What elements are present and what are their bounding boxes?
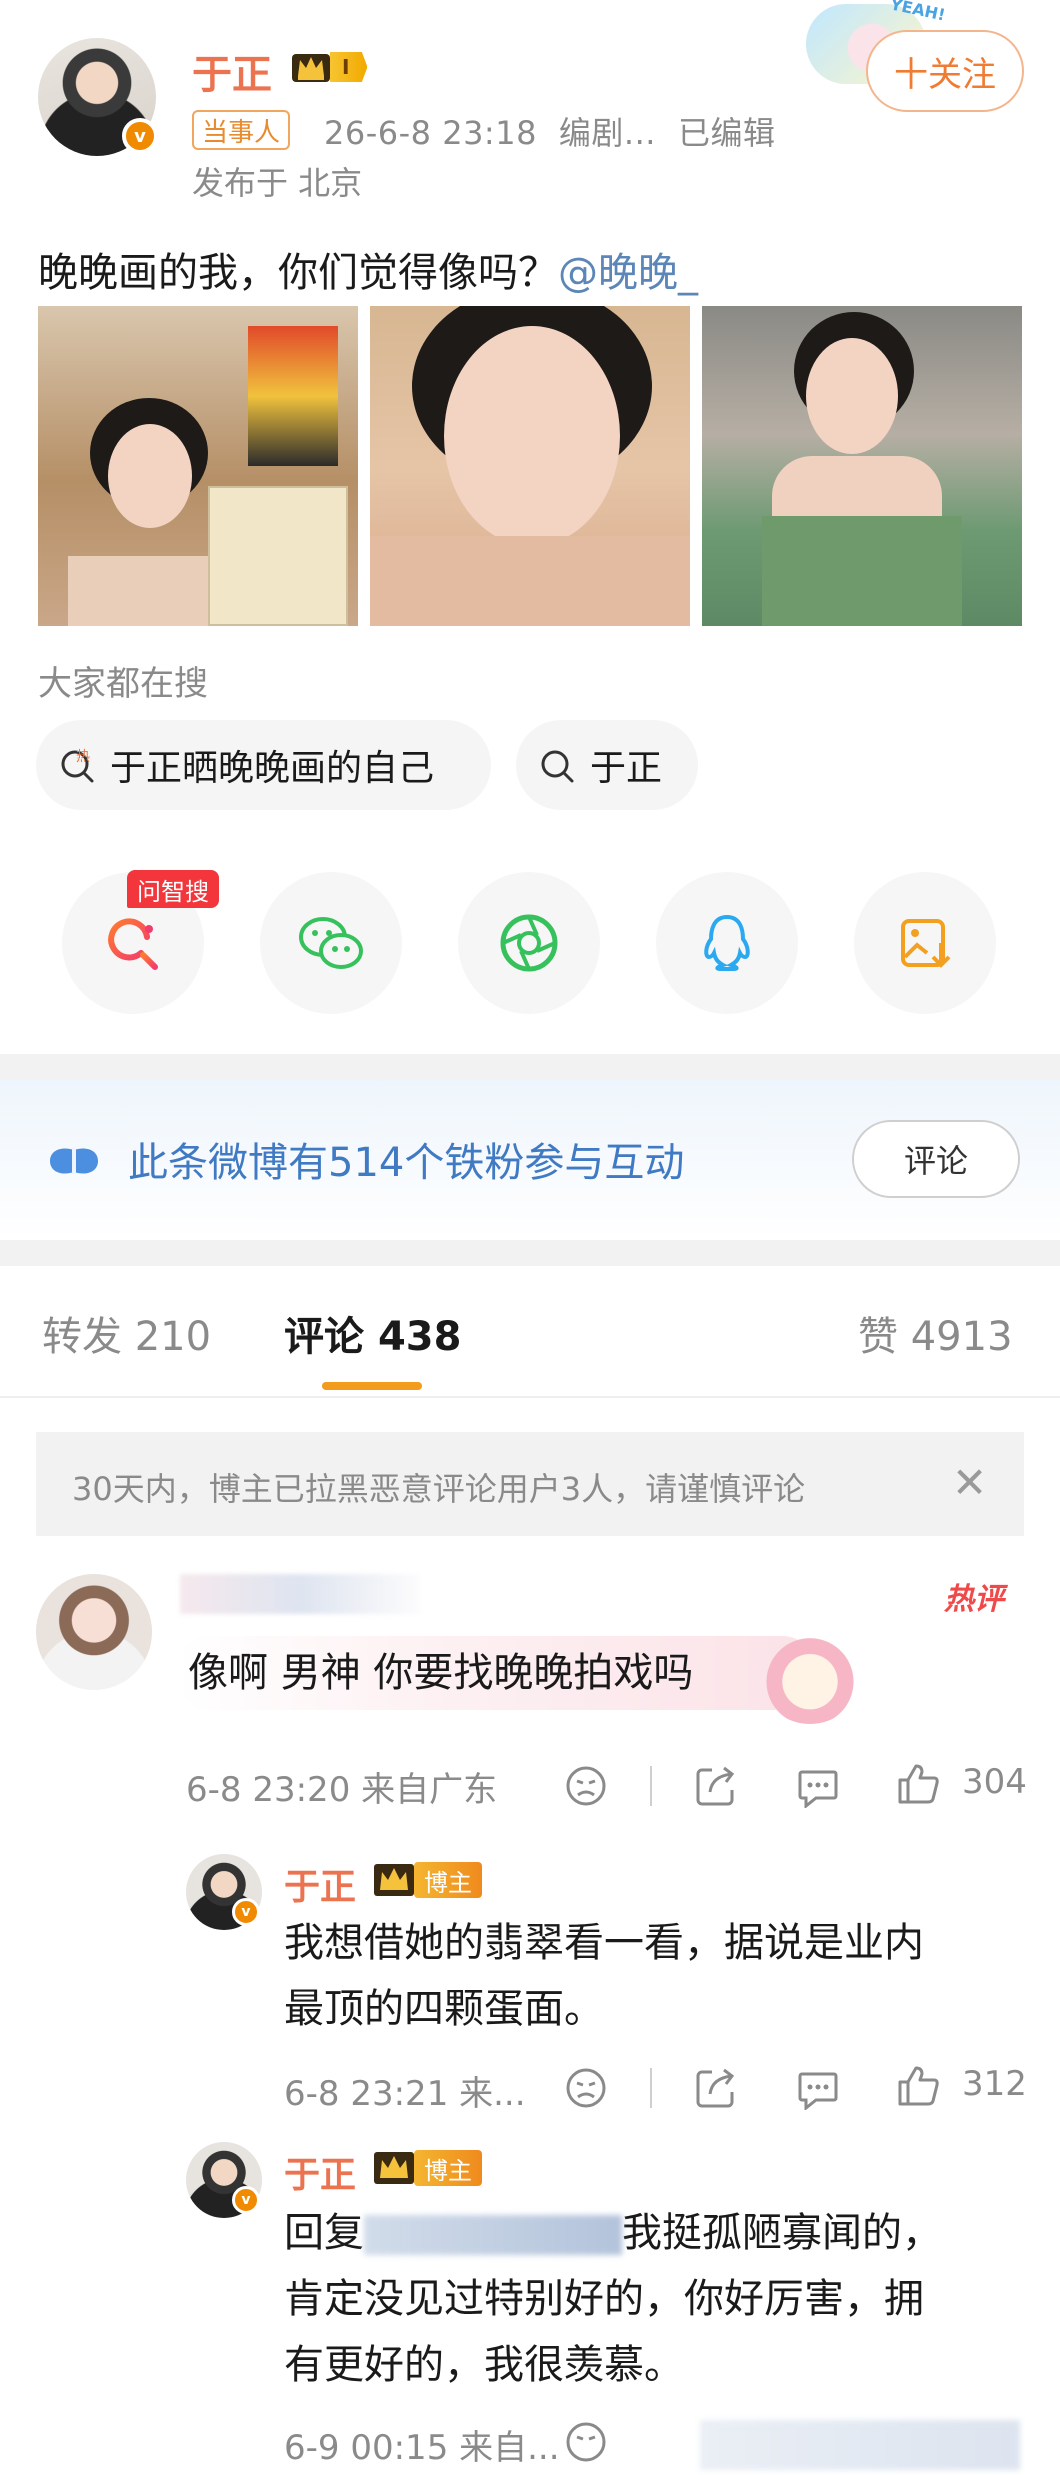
close-icon[interactable]: ✕: [952, 1458, 987, 1507]
search-icon: [541, 750, 574, 783]
reply-text: 我想借她的翡翠看一看，据说是业内 最顶的四颗蛋面。: [284, 1910, 924, 2042]
reply-line: 我想借她的翡翠看一看，据说是业内: [284, 1920, 924, 1966]
section-divider: [0, 1240, 1060, 1266]
reply-prefix: 回复: [284, 2210, 364, 2256]
comment-text: 像啊 男神 你要找晚晚拍戏吗: [178, 1636, 814, 1710]
reply-line: 肯定没见过特别好的，你好厉害，拥: [284, 2276, 924, 2322]
post-text: 晚晚画的我，你们觉得像吗？@晚晚_: [38, 240, 698, 298]
share-icon[interactable]: [694, 1764, 738, 1808]
tab-repost[interactable]: 转发 210: [42, 1304, 211, 1362]
post-body: 晚晚画的我，你们觉得像吗？: [38, 250, 558, 296]
svg-text:热: 热: [76, 749, 90, 765]
qq-icon: [704, 914, 750, 971]
party-tag: 当事人: [192, 110, 291, 150]
reply-meta: 6-8 23:21 来...: [284, 2074, 526, 2114]
reply-text: 回复 我挺孤陋寡闻的， 肯定没见过特别好的，你好厉害，拥 有更好的，我很羡慕。: [284, 2200, 942, 2398]
search-chip[interactable]: 于正: [516, 720, 698, 810]
tab-label: 转发: [42, 1314, 122, 1360]
commenter-name-blurred[interactable]: [180, 1574, 420, 1614]
tab-divider: [0, 1396, 1060, 1398]
reply-line: 有更好的，我很羡慕。: [284, 2342, 684, 2388]
fans-icon: [50, 1148, 98, 1174]
like-icon[interactable]: [896, 1762, 942, 1806]
reply-author[interactable]: 于正: [284, 1858, 356, 1910]
search-chip-label: 于正: [590, 748, 663, 789]
post-image-3[interactable]: [702, 306, 1022, 626]
share-wechat-button[interactable]: [260, 872, 402, 1014]
follow-label: 十关注: [894, 54, 996, 95]
post-image-2[interactable]: [370, 306, 690, 626]
crown-icon: [374, 1864, 414, 1896]
tab-count: 210: [134, 1314, 212, 1360]
reply-line: 回复 我挺孤陋寡闻的，: [284, 2210, 942, 2256]
level-label: I: [330, 52, 368, 82]
verified-badge-icon: v: [122, 118, 158, 154]
tab-label: 赞: [858, 1314, 898, 1360]
follow-button[interactable]: 十关注: [866, 30, 1024, 112]
section-divider: [0, 1054, 1060, 1080]
reply-icon[interactable]: [796, 2068, 840, 2110]
comment-meta: 6-8 23:20 来自广东: [186, 1770, 498, 1810]
tab-count: 438: [377, 1314, 462, 1360]
action-separator: [650, 2068, 652, 2108]
reply-meta: 6-9 00:15 来自...: [284, 2428, 560, 2468]
tab-count: 4913: [910, 1314, 1013, 1360]
host-tag: 博主: [414, 1862, 482, 1898]
reply-author[interactable]: 于正: [284, 2146, 356, 2198]
tab-comments[interactable]: 评论 438: [284, 1304, 461, 1362]
post-image-1[interactable]: [38, 306, 358, 626]
search-chip[interactable]: 热 于正晒晚晚画的自己: [36, 720, 491, 810]
host-tag: 博主: [414, 2150, 482, 2186]
author-name[interactable]: 于正: [192, 42, 272, 100]
search-chip-label: 于正晒晚晚画的自己: [110, 748, 435, 789]
dislike-face-icon[interactable]: [564, 1764, 608, 1808]
action-separator: [650, 1766, 652, 1806]
post-source[interactable]: 编剧...: [559, 114, 656, 152]
share-moments-button[interactable]: [458, 872, 600, 1014]
post-time: 26-6-8 23:18: [324, 114, 537, 152]
like-count: 312: [962, 2064, 1027, 2104]
wenzhisou-icon: [108, 918, 158, 970]
save-image-icon: [901, 919, 951, 968]
portrait-sketch: [208, 486, 348, 626]
ask-badge: 问智搜: [127, 870, 219, 908]
reply-icon[interactable]: [796, 1766, 840, 1808]
save-image-button[interactable]: [854, 872, 996, 1014]
hot-search-icon: 热: [61, 749, 94, 783]
cat-sticker-icon: [760, 1630, 860, 1724]
dislike-face-icon[interactable]: [564, 2420, 608, 2464]
share-icon[interactable]: [694, 2066, 738, 2110]
wechat-icon: [299, 917, 363, 969]
post-meta: 26-6-8 23:18 编剧... 已编辑: [324, 108, 797, 154]
obscured-actions: [700, 2420, 1020, 2470]
hot-comment-tag: 热评: [944, 1582, 1004, 1617]
like-count: 304: [962, 1762, 1027, 1802]
tab-label: 评论: [284, 1314, 364, 1360]
verified-badge-icon: v: [232, 1898, 260, 1926]
mention-link[interactable]: @晚晚_: [558, 250, 698, 296]
reply-line: 最顶的四颗蛋面。: [284, 1986, 604, 2032]
host-badge: 博主: [374, 2150, 482, 2186]
crown-icon: [292, 54, 330, 82]
notice-text: 30天内，博主已拉黑恶意评论用户3人，请谨慎评论: [72, 1470, 806, 1508]
commenter-avatar[interactable]: [36, 1574, 152, 1690]
post-location: 发布于 北京: [192, 164, 363, 202]
edited-label[interactable]: 已编辑: [678, 114, 776, 152]
tab-indicator: [322, 1382, 422, 1390]
comment-button-label: 评论: [903, 1142, 968, 1180]
verified-badge-icon: v: [232, 2186, 260, 2214]
tab-likes[interactable]: 赞 4913: [858, 1304, 1013, 1362]
member-level-badge[interactable]: I: [290, 48, 368, 86]
comment-button[interactable]: 评论: [852, 1120, 1020, 1198]
poster-decoration: [248, 326, 338, 466]
dislike-face-icon[interactable]: [564, 2066, 608, 2110]
crown-icon: [374, 2152, 414, 2184]
moments-icon: [500, 914, 558, 972]
search-section-title: 大家都在搜: [38, 664, 208, 704]
host-badge: 博主: [374, 1862, 482, 1898]
share-qq-button[interactable]: [656, 872, 798, 1014]
like-icon[interactable]: [896, 2064, 942, 2108]
fans-banner-text: 此条微博有514个铁粉参与互动: [128, 1140, 685, 1186]
mention-blurred[interactable]: [364, 2215, 622, 2255]
